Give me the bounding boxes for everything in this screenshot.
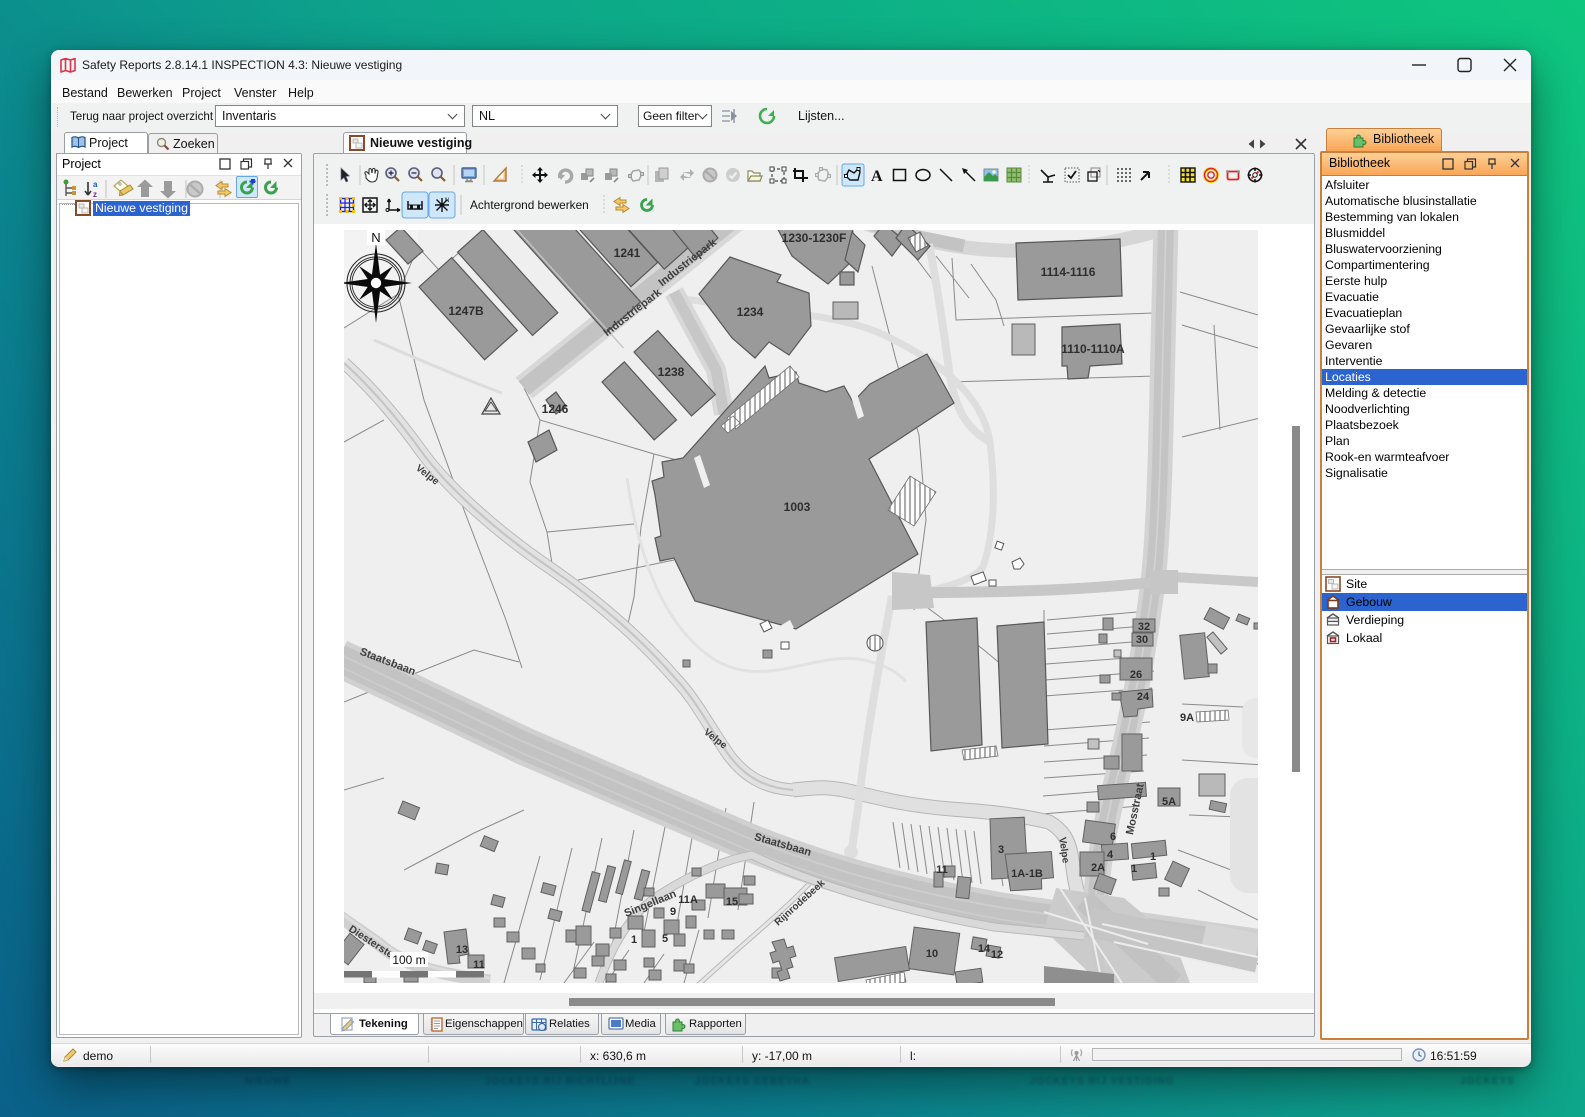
- svg-text:Velpe: Velpe: [1056, 837, 1071, 865]
- svg-text:4: 4: [1107, 849, 1114, 861]
- svg-text:12: 12: [991, 949, 1003, 961]
- svg-text:5A: 5A: [1162, 796, 1176, 808]
- svg-text:9A: 9A: [1180, 712, 1194, 724]
- svg-text:14: 14: [978, 943, 991, 955]
- svg-text:13: 13: [456, 944, 468, 956]
- svg-text:z: z: [93, 190, 97, 199]
- svg-text:A: A: [871, 168, 883, 185]
- svg-text:9: 9: [670, 906, 676, 918]
- svg-text:30: 30: [1136, 634, 1148, 646]
- svg-text:1247B: 1247B: [448, 304, 484, 318]
- svg-text:11: 11: [473, 959, 485, 971]
- svg-text:1241: 1241: [614, 246, 641, 260]
- svg-text:1246: 1246: [542, 402, 569, 416]
- svg-text:6: 6: [1110, 831, 1116, 843]
- svg-text:N: N: [371, 230, 380, 245]
- svg-text:3: 3: [998, 844, 1004, 856]
- svg-text:15: 15: [726, 896, 738, 908]
- svg-text:1: 1: [1150, 851, 1156, 863]
- svg-text:N: N: [445, 198, 449, 204]
- svg-text:1238: 1238: [658, 365, 685, 379]
- svg-text:2A: 2A: [1091, 862, 1105, 874]
- svg-text:100 m: 100 m: [392, 953, 425, 967]
- svg-text:1A-1B: 1A-1B: [1011, 868, 1043, 880]
- svg-text:1234: 1234: [737, 305, 764, 319]
- svg-text:11A: 11A: [678, 894, 698, 906]
- svg-text:1: 1: [631, 934, 637, 946]
- svg-text:1230-1230F: 1230-1230F: [782, 231, 847, 245]
- svg-text:32: 32: [1138, 621, 1150, 633]
- svg-text:1114-1116: 1114-1116: [1041, 265, 1096, 279]
- svg-text:Achtergrond bewerken: Achtergrond bewerken: [470, 198, 589, 212]
- svg-text:24: 24: [1137, 691, 1150, 703]
- svg-text:11: 11: [936, 864, 948, 876]
- svg-text:1003: 1003: [784, 500, 811, 514]
- svg-text:5: 5: [662, 933, 668, 945]
- svg-text:26: 26: [1130, 669, 1142, 681]
- svg-text:10: 10: [926, 948, 938, 960]
- svg-text:Rijnrodebeek: Rijnrodebeek: [773, 878, 828, 929]
- svg-text:1110-1110A: 1110-1110A: [1061, 342, 1125, 356]
- svg-text:a: a: [93, 180, 98, 189]
- svg-text:1: 1: [1131, 863, 1137, 875]
